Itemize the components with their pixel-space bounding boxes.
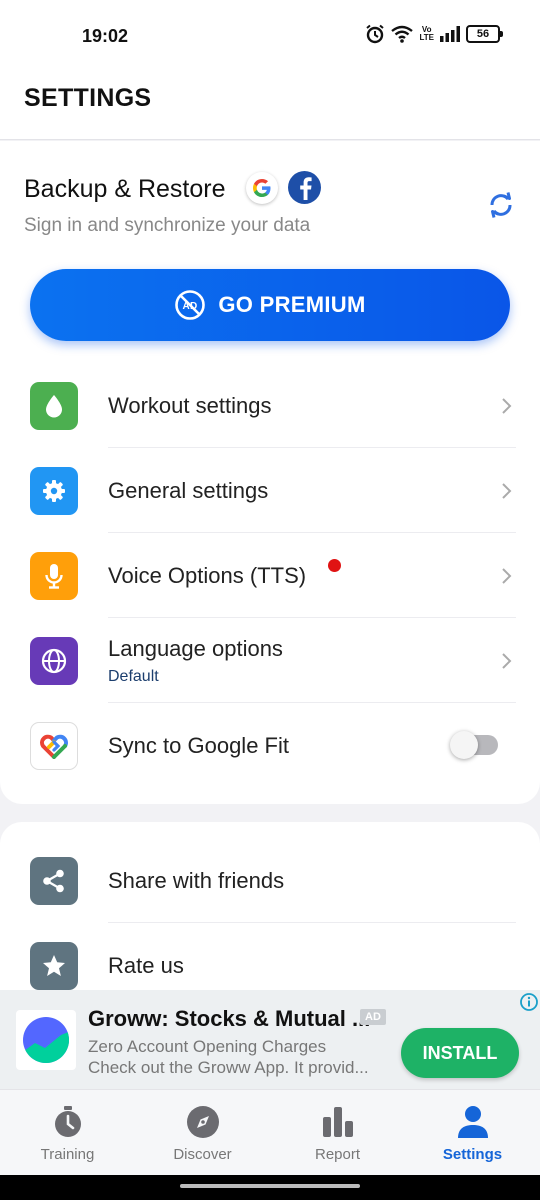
battery-icon: 56 xyxy=(466,25,503,43)
globe-icon xyxy=(30,637,78,685)
gesture-bar xyxy=(0,1175,540,1200)
compass-icon xyxy=(186,1106,219,1138)
star-icon xyxy=(30,942,78,990)
settings-card: Backup & Restore Sign in and synchronize… xyxy=(0,141,540,804)
chevron-right-icon xyxy=(502,483,512,499)
nav-label: Discover xyxy=(173,1146,232,1163)
ad-banner[interactable]: Groww: Stocks & Mutual ... AD Zero Accou… xyxy=(0,990,540,1089)
share-icon xyxy=(30,857,78,905)
google-fit-toggle[interactable] xyxy=(450,731,498,759)
ad-description: Zero Account Opening Charges xyxy=(88,1037,327,1056)
nav-label: Settings xyxy=(442,1146,503,1163)
ad-badge: AD xyxy=(360,1009,386,1025)
menu-item-language-options[interactable]: Language options Default xyxy=(0,618,540,703)
chevron-right-icon xyxy=(502,653,512,669)
menu-item-voice-options[interactable]: Voice Options (TTS) xyxy=(0,533,540,618)
alarm-icon xyxy=(366,24,385,44)
ad-title[interactable]: Groww: Stocks & Mutual ... xyxy=(88,1006,370,1032)
stopwatch-icon xyxy=(54,1106,81,1137)
person-icon xyxy=(457,1106,488,1138)
chevron-right-icon xyxy=(502,568,512,584)
home-gesture-handle[interactable] xyxy=(180,1184,360,1188)
gear-icon xyxy=(30,467,78,515)
menu-label: Share with friends xyxy=(108,868,285,893)
google-fit-icon xyxy=(30,722,78,770)
ad-description-2: Check out the Groww App. It provid... xyxy=(88,1058,369,1077)
menu-item-workout-settings[interactable]: Workout settings xyxy=(0,363,540,448)
facebook-icon[interactable] xyxy=(288,171,321,204)
status-time: 19:02 xyxy=(82,26,129,46)
volte-indicator: Vo LTE xyxy=(419,25,434,42)
backup-title[interactable]: Backup & Restore xyxy=(24,175,226,204)
menu-label: Voice Options (TTS) xyxy=(108,563,307,588)
status-bar: 19:02 Vo LTE 56 xyxy=(0,0,540,70)
google-icon[interactable] xyxy=(246,172,278,204)
install-button[interactable]: INSTALL xyxy=(401,1028,519,1078)
drop-icon xyxy=(30,382,78,430)
go-premium-button[interactable]: AD GO PREMIUM xyxy=(30,269,510,341)
page-title: SETTINGS xyxy=(24,84,152,112)
nav-label: Report xyxy=(314,1146,361,1163)
groww-logo-icon[interactable] xyxy=(16,1010,76,1070)
info-icon[interactable] xyxy=(519,992,539,1012)
menu-sublabel: Default xyxy=(108,668,159,685)
menu-item-google-fit[interactable]: Sync to Google Fit xyxy=(0,703,540,788)
wifi-icon xyxy=(391,25,414,43)
nav-item-discover[interactable]: Discover xyxy=(135,1090,270,1176)
sync-icon[interactable] xyxy=(484,188,518,222)
no-ads-icon: AD xyxy=(175,290,206,320)
nav-item-report[interactable]: Report xyxy=(270,1090,405,1176)
notification-dot xyxy=(328,559,341,572)
mic-icon xyxy=(30,552,78,600)
bar-chart-icon xyxy=(322,1107,353,1137)
menu-item-general-settings[interactable]: General settings xyxy=(0,448,540,533)
menu-label: General settings xyxy=(108,478,269,503)
chevron-right-icon xyxy=(502,398,512,414)
nav-item-training[interactable]: Training xyxy=(0,1090,135,1176)
menu-item-share[interactable]: Share with friends xyxy=(0,838,540,923)
backup-subtitle: Sign in and synchronize your data xyxy=(24,215,311,236)
nav-label: Training xyxy=(40,1146,95,1163)
toggle-knob xyxy=(450,731,478,759)
menu-label: Sync to Google Fit xyxy=(108,733,289,758)
status-icons: Vo LTE 56 xyxy=(365,24,503,44)
menu-label: Rate us xyxy=(108,953,184,978)
header: SETTINGS xyxy=(0,70,540,140)
menu-label: Language options xyxy=(108,636,283,661)
nav-item-settings[interactable]: Settings xyxy=(405,1090,540,1176)
go-premium-label: GO PREMIUM xyxy=(218,292,366,317)
bottom-nav: Training Discover Report Settings xyxy=(0,1089,540,1175)
menu-label: Workout settings xyxy=(108,393,272,418)
signal-icon xyxy=(440,26,460,42)
